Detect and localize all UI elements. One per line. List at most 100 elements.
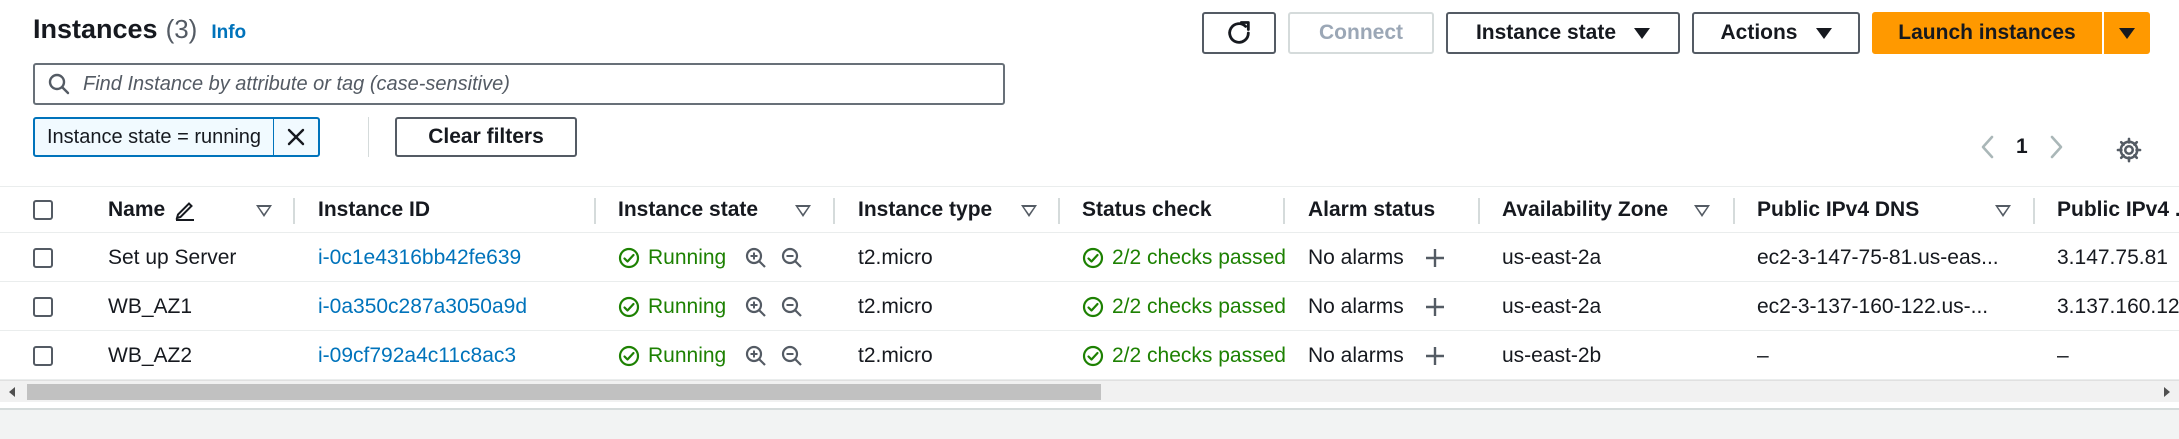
row-checkbox[interactable] bbox=[33, 297, 53, 317]
instance-count: (3) bbox=[165, 14, 198, 44]
column-header-public-dns[interactable]: Public IPv4 DNS bbox=[1757, 187, 1919, 233]
zoom-out-icon bbox=[781, 296, 802, 317]
cell-instance-state: Running bbox=[618, 234, 726, 282]
zoom-out-icon bbox=[781, 247, 802, 268]
success-check-icon bbox=[618, 247, 640, 269]
row-checkbox-cell[interactable] bbox=[33, 332, 53, 380]
search-bar[interactable] bbox=[33, 63, 1005, 105]
zoom-in-button[interactable] bbox=[744, 332, 768, 380]
current-page[interactable]: 1 bbox=[2016, 135, 2028, 159]
zoom-out-button[interactable] bbox=[780, 332, 804, 380]
instance-state-dropdown[interactable]: Instance state bbox=[1446, 12, 1680, 54]
column-resizer[interactable] bbox=[1283, 198, 1285, 224]
add-alarm-button[interactable] bbox=[1424, 332, 1446, 380]
success-check-icon bbox=[1082, 296, 1104, 318]
column-header-instance-id[interactable]: Instance ID bbox=[318, 187, 430, 233]
info-link[interactable]: Info bbox=[211, 22, 246, 44]
refresh-button[interactable] bbox=[1202, 12, 1276, 54]
table-row[interactable]: WB_AZ1 i-0a350c287a3050a9d Running t2.mi… bbox=[0, 283, 2179, 331]
cell-availability-zone: us-east-2b bbox=[1502, 344, 1602, 367]
cell-instance-type: t2.micro bbox=[858, 344, 933, 367]
row-checkbox-cell[interactable] bbox=[33, 283, 53, 331]
clear-filters-button[interactable]: Clear filters bbox=[395, 117, 577, 157]
bottom-split-panel-edge bbox=[0, 408, 2179, 439]
column-header-instance-type[interactable]: Instance type bbox=[858, 187, 992, 233]
column-resizer[interactable] bbox=[1733, 198, 1735, 224]
select-all-checkbox-cell[interactable] bbox=[33, 187, 53, 233]
zoom-out-icon bbox=[781, 345, 802, 366]
pagination: 1 bbox=[1978, 133, 2066, 161]
caret-down-icon bbox=[1634, 27, 1651, 39]
cell-availability-zone: us-east-2a bbox=[1502, 246, 1602, 269]
cell-name: Set up Server bbox=[108, 246, 237, 269]
gear-icon bbox=[2116, 137, 2142, 163]
chevron-right-icon[interactable] bbox=[2046, 133, 2066, 161]
cell-status-check: 2/2 checks passed bbox=[1082, 234, 1286, 282]
plus-icon bbox=[1426, 249, 1444, 267]
state-label: Running bbox=[648, 246, 727, 269]
column-resizer[interactable] bbox=[2033, 198, 2035, 224]
cell-availability-zone: us-east-2a bbox=[1502, 295, 1602, 318]
sort-icon[interactable] bbox=[795, 205, 811, 217]
row-checkbox-cell[interactable] bbox=[33, 234, 53, 282]
launch-instances-button[interactable]: Launch instances bbox=[1872, 12, 2102, 54]
state-label: Running bbox=[648, 344, 727, 367]
cell-instance-id-link[interactable]: i-09cf792a4c11c8ac3 bbox=[318, 332, 516, 380]
column-label-instance-id: Instance ID bbox=[318, 198, 431, 221]
sort-icon[interactable] bbox=[256, 205, 272, 217]
column-header-name[interactable]: Name bbox=[108, 187, 197, 233]
scroll-left-arrow-icon[interactable] bbox=[9, 387, 15, 397]
sort-icon[interactable] bbox=[1694, 205, 1710, 217]
sort-icon[interactable] bbox=[1995, 205, 2011, 217]
column-resizer[interactable] bbox=[1478, 198, 1480, 224]
select-all-checkbox[interactable] bbox=[33, 200, 53, 220]
status-check-label: 2/2 checks passed bbox=[1112, 344, 1286, 367]
column-header-availability-zone[interactable]: Availability Zone bbox=[1502, 187, 1668, 233]
cell-instance-id-link[interactable]: i-0a350c287a3050a9d bbox=[318, 283, 527, 331]
column-header-alarm-status[interactable]: Alarm status bbox=[1308, 187, 1435, 233]
caret-down-icon bbox=[2119, 27, 2135, 39]
column-resizer[interactable] bbox=[594, 198, 596, 224]
column-resizer[interactable] bbox=[833, 198, 835, 224]
column-header-public-ipv4[interactable]: Public IPv4 ... bbox=[2057, 187, 2179, 233]
add-alarm-button[interactable] bbox=[1424, 234, 1446, 282]
remove-filter-button[interactable] bbox=[274, 119, 318, 155]
scroll-right-arrow-icon[interactable] bbox=[2164, 387, 2170, 397]
cell-public-dns: ec2-3-147-75-81.us-eas... bbox=[1757, 246, 1999, 269]
cell-instance-id-link[interactable]: i-0c1e4316bb42fe639 bbox=[318, 234, 521, 282]
chevron-left-icon[interactable] bbox=[1978, 133, 1998, 161]
cell-public-dns: ec2-3-137-160-122.us-... bbox=[1757, 295, 1989, 318]
column-header-instance-state[interactable]: Instance state bbox=[618, 187, 758, 233]
connect-button[interactable]: Connect bbox=[1288, 12, 1434, 54]
column-resizer[interactable] bbox=[1058, 198, 1060, 224]
instance-state-label: Instance state bbox=[1475, 21, 1617, 44]
page-title: Instances bbox=[33, 14, 158, 44]
cell-status-check: 2/2 checks passed bbox=[1082, 332, 1286, 380]
zoom-out-button[interactable] bbox=[780, 283, 804, 331]
zoom-in-button[interactable] bbox=[744, 283, 768, 331]
cell-public-ipv4: 3.147.75.81 bbox=[2057, 246, 2168, 269]
row-checkbox[interactable] bbox=[33, 346, 53, 366]
column-label-status-check: Status check bbox=[1082, 198, 1212, 221]
clear-filters-label: Clear filters bbox=[428, 125, 544, 148]
launch-options-dropdown[interactable] bbox=[2104, 12, 2150, 54]
plus-icon bbox=[1426, 347, 1444, 365]
launch-instances-label: Launch instances bbox=[1898, 21, 2076, 44]
zoom-in-button[interactable] bbox=[744, 234, 768, 282]
zoom-in-icon bbox=[745, 345, 766, 366]
column-header-status-check[interactable]: Status check bbox=[1082, 187, 1212, 233]
table-row[interactable]: WB_AZ2 i-09cf792a4c11c8ac3 Running t2.mi… bbox=[0, 332, 2179, 380]
scrollbar-thumb[interactable] bbox=[27, 384, 1101, 400]
zoom-out-button[interactable] bbox=[780, 234, 804, 282]
table-row[interactable]: Set up Server i-0c1e4316bb42fe639 Runnin… bbox=[0, 234, 2179, 282]
horizontal-scrollbar[interactable] bbox=[0, 380, 2179, 402]
column-label-availability-zone: Availability Zone bbox=[1502, 198, 1669, 221]
actions-dropdown[interactable]: Actions bbox=[1692, 12, 1860, 54]
preferences-button[interactable] bbox=[2115, 136, 2143, 164]
search-input[interactable] bbox=[83, 72, 983, 96]
add-alarm-button[interactable] bbox=[1424, 283, 1446, 331]
row-checkbox[interactable] bbox=[33, 248, 53, 268]
status-check-label: 2/2 checks passed bbox=[1112, 246, 1286, 269]
sort-icon[interactable] bbox=[1021, 205, 1037, 217]
column-resizer[interactable] bbox=[293, 198, 295, 224]
